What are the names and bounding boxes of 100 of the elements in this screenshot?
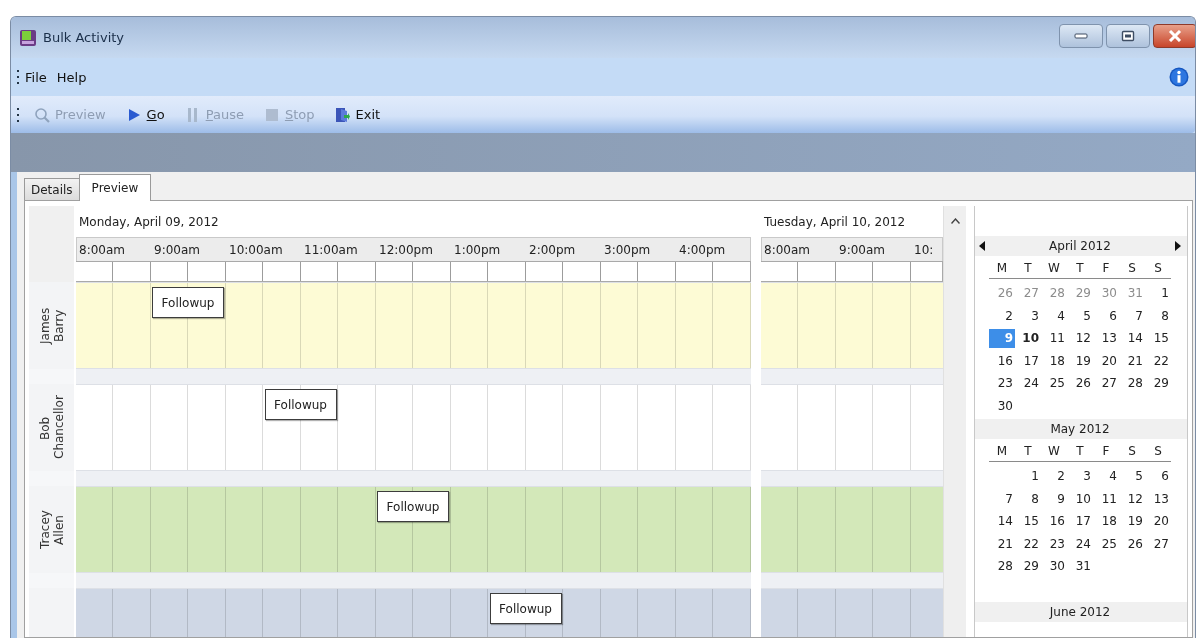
weekday-label: F [1101, 261, 1111, 275]
calendar-day[interactable]: 23 [989, 373, 1015, 393]
calendar-day[interactable]: 12 [1119, 489, 1145, 509]
time-label: 8:00am [79, 243, 125, 257]
calendar-day[interactable]: 6 [1145, 466, 1171, 486]
calendar-day[interactable]: 4 [1093, 466, 1119, 486]
menu-item[interactable]: Help [51, 67, 92, 87]
calendar-day[interactable]: 3 [1015, 306, 1041, 326]
exit-button[interactable]: Exit [328, 104, 387, 125]
calendar-day[interactable]: 25 [1041, 373, 1067, 393]
calendar-day[interactable]: 31 [1067, 556, 1093, 576]
calendar-day[interactable]: 17 [1067, 511, 1093, 531]
calendar-day[interactable]: 16 [989, 351, 1015, 371]
calendar-day[interactable]: 20 [1093, 351, 1119, 371]
calendar-day[interactable]: 11 [1093, 489, 1119, 509]
calendar-day[interactable]: 29 [1015, 556, 1041, 576]
stop-icon [263, 106, 280, 123]
calendar-day[interactable]: 15 [1015, 511, 1041, 531]
calendar-day[interactable]: 13 [1093, 328, 1119, 348]
close-button[interactable] [1153, 23, 1195, 48]
calendar-day[interactable]: 17 [1015, 351, 1041, 371]
calendar-day[interactable]: 1 [1015, 466, 1041, 486]
calendar-day[interactable]: 31 [1119, 283, 1145, 303]
calendar-day[interactable]: 14 [989, 511, 1015, 531]
calendar-day[interactable]: 10 [1067, 489, 1093, 509]
calendar-day[interactable]: 19 [1067, 351, 1093, 371]
calendar-day[interactable]: 23 [1041, 534, 1067, 554]
calendar-day[interactable]: 27 [1093, 373, 1119, 393]
calendar-day[interactable]: 4 [1041, 306, 1067, 326]
calendar-day[interactable]: 24 [1015, 373, 1041, 393]
calendar-day[interactable]: 29 [1145, 373, 1171, 393]
calendar-day[interactable]: 19 [1119, 511, 1145, 531]
appointment[interactable]: Followup [152, 287, 224, 318]
month-title: June 2012 [1048, 605, 1112, 619]
calendar-day[interactable]: 28 [1041, 283, 1067, 303]
calendar-day[interactable]: 29 [1067, 283, 1093, 303]
resource-name: Tracey Allen [37, 509, 66, 551]
maximize-button[interactable] [1106, 23, 1150, 48]
calendar-day[interactable]: 15 [1145, 328, 1171, 348]
calendar-day[interactable]: 26 [989, 283, 1015, 303]
calendar-day[interactable]: 27 [1015, 283, 1041, 303]
calendar-day[interactable]: 16 [1041, 511, 1067, 531]
calendar-day[interactable]: 26 [1067, 373, 1093, 393]
calendar-day[interactable]: 18 [1041, 351, 1067, 371]
grip-icon [17, 107, 20, 122]
appointment[interactable]: Followup [489, 593, 562, 624]
calendar-day[interactable]: 21 [1119, 351, 1145, 371]
tab[interactable]: Details [24, 178, 80, 200]
calendar-day[interactable]: 26 [1119, 534, 1145, 554]
calendar-day[interactable]: 13 [1145, 489, 1171, 509]
time-label: 2:00pm [529, 243, 576, 257]
calendar-day[interactable]: 20 [1145, 511, 1171, 531]
calendar-day[interactable]: 21 [989, 534, 1015, 554]
scrollbar[interactable] [943, 206, 966, 637]
calendar-day[interactable]: 28 [1119, 373, 1145, 393]
next-month-icon[interactable] [1175, 241, 1181, 251]
calendar-day[interactable]: 28 [989, 556, 1015, 576]
calendar-day[interactable]: 7 [1119, 306, 1145, 326]
time-label: 4:00pm [679, 243, 726, 257]
calendar-day[interactable]: 22 [1145, 351, 1171, 371]
calendar-day[interactable]: 3 [1067, 466, 1093, 486]
calendar-day[interactable]: 27 [1145, 534, 1171, 554]
calendar-day[interactable]: 12 [1067, 328, 1093, 348]
weekday-label: S [1127, 261, 1137, 275]
arrow-up-icon[interactable] [950, 218, 960, 224]
calendar-day[interactable]: 2 [989, 306, 1015, 326]
minimize-icon [1073, 31, 1089, 40]
calendar-day[interactable]: 8 [1145, 306, 1171, 326]
calendar-day[interactable]: 5 [1067, 306, 1093, 326]
calendar-day[interactable]: 6 [1093, 306, 1119, 326]
calendar-day[interactable]: 30 [1041, 556, 1067, 576]
calendar-day[interactable]: 11 [1041, 328, 1067, 348]
previous-month-icon[interactable] [979, 241, 985, 251]
appointment[interactable]: Followup [377, 491, 449, 522]
calendar-day[interactable]: 1 [1145, 283, 1171, 303]
calendar-day[interactable]: 7 [989, 489, 1015, 509]
calendar-day[interactable]: 25 [1093, 534, 1119, 554]
appointment[interactable]: Followup [264, 389, 337, 420]
calendar-day[interactable]: 2 [1041, 466, 1067, 486]
calendar-day[interactable]: 30 [1093, 283, 1119, 303]
calendar-day[interactable]: 18 [1093, 511, 1119, 531]
calendar-day[interactable]: 22 [1015, 534, 1041, 554]
calendar-day[interactable]: 24 [1067, 534, 1093, 554]
menu-item[interactable]: File [20, 67, 52, 87]
calendar-day[interactable]: 9 [1041, 489, 1067, 509]
info-icon[interactable] [1169, 67, 1189, 87]
maximize-icon [1121, 29, 1135, 42]
time-label: 9:00am [154, 243, 200, 257]
calendar-day[interactable]: 10 [1015, 328, 1041, 348]
calendar-day[interactable]: 14 [1119, 328, 1145, 348]
time-label: 8:00am [764, 243, 810, 257]
time-label: 3:00pm [604, 243, 651, 257]
calendar-day[interactable]: 30 [989, 396, 1015, 416]
weekday-label: S [1153, 444, 1163, 458]
tab[interactable]: Preview [78, 174, 152, 201]
go-button[interactable]: Go [119, 104, 171, 125]
calendar-day[interactable]: 5 [1119, 466, 1145, 486]
calendar-day[interactable]: 8 [1015, 489, 1041, 509]
time-label: 9:00am [839, 243, 885, 257]
time-label: 1:00pm [454, 243, 501, 257]
